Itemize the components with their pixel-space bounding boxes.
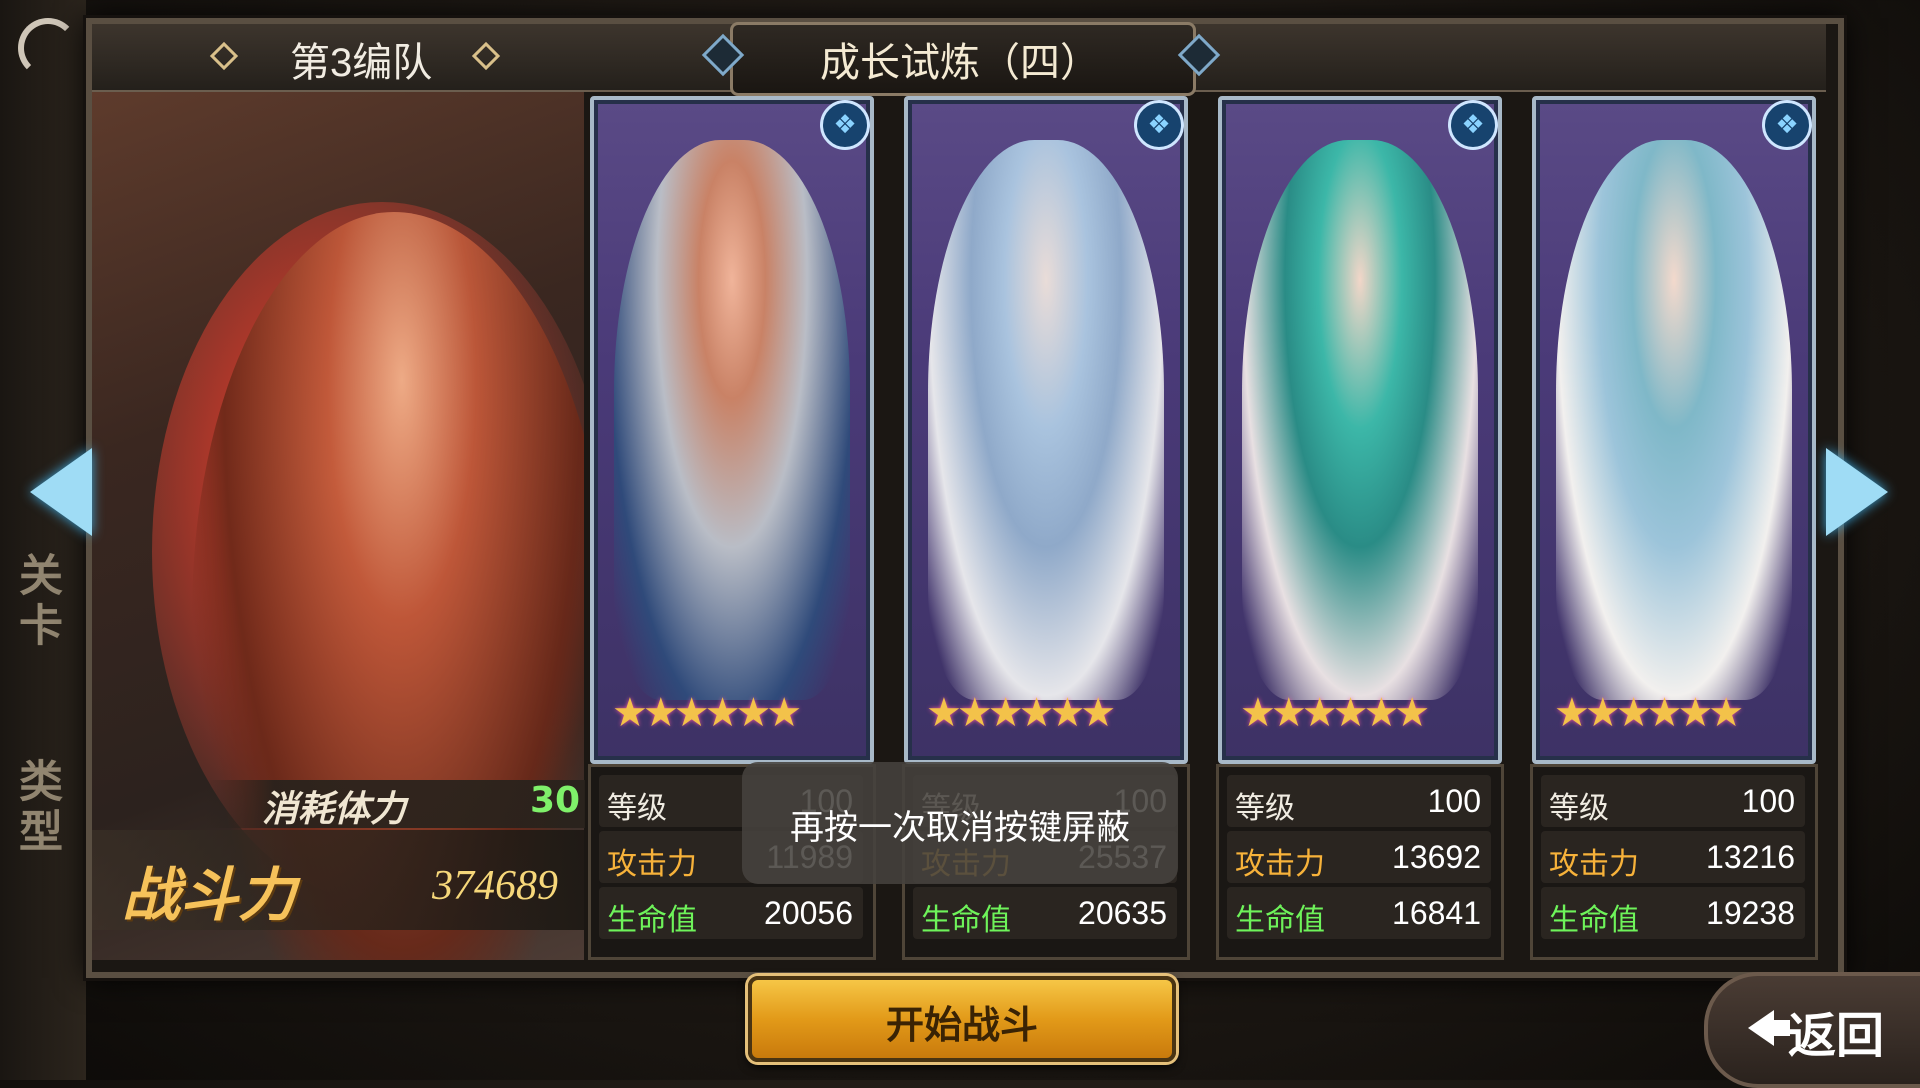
back-swirl-icon	[18, 18, 78, 78]
hp-value: 20635	[1078, 895, 1167, 931]
hp-value: 16841	[1392, 895, 1481, 931]
attack-label: 攻击力	[1235, 847, 1325, 882]
team-name[interactable]: 第3编队	[290, 30, 432, 88]
water-element-icon: ❖	[1134, 100, 1184, 150]
water-element-icon: ❖	[1448, 100, 1498, 150]
unit-character-art	[1556, 140, 1792, 700]
previous-team-arrow-icon[interactable]	[30, 448, 92, 536]
back-label[interactable]: 返回	[1788, 996, 1884, 1066]
level-value: 100	[1427, 783, 1481, 819]
unit-card[interactable]	[904, 96, 1188, 764]
attack-label: 攻击力	[1549, 847, 1639, 882]
attack-value: 13692	[1392, 839, 1481, 875]
unit-stats: 等级 100 攻击力 13692 生命值 16841	[1216, 764, 1504, 960]
hp-label: 生命值	[1549, 903, 1639, 938]
unit-card[interactable]	[1532, 96, 1816, 764]
next-team-arrow-icon[interactable]	[1826, 448, 1888, 536]
unit-card[interactable]	[1218, 96, 1502, 764]
side-menu-background	[0, 0, 86, 1080]
hp-label: 生命值	[1235, 903, 1325, 938]
stamina-label: 消耗体力	[262, 789, 407, 830]
level-label: 等级	[1235, 791, 1295, 826]
toast-message: 再按一次取消按键屏蔽	[790, 808, 1130, 848]
water-element-icon: ❖	[820, 100, 870, 150]
unit-character-art	[928, 140, 1164, 700]
attack-value: 13216	[1706, 839, 1795, 875]
star-rating: ★★★★★★	[926, 690, 1116, 736]
attack-label: 攻击力	[607, 847, 697, 882]
stage-title: 成长试炼（四）	[820, 41, 1100, 85]
unit-card[interactable]	[590, 96, 874, 764]
level-label: 等级	[607, 791, 667, 826]
back-arrow-icon[interactable]	[1748, 1010, 1774, 1046]
hp-label: 生命值	[607, 903, 697, 938]
water-element-icon: ❖	[1762, 100, 1812, 150]
hp-value: 19238	[1706, 895, 1795, 931]
star-rating: ★★★★★★	[1240, 690, 1430, 736]
star-rating: ★★★★★★	[1554, 690, 1744, 736]
level-label: 等级	[1549, 791, 1609, 826]
start-battle-label[interactable]: 开始战斗	[748, 994, 1176, 1049]
side-menu-stage[interactable]: 关卡	[4, 552, 68, 652]
power-value: 374689	[432, 863, 558, 909]
unit-character-art	[614, 140, 850, 700]
stamina-value: 30	[530, 780, 581, 821]
hp-label: 生命值	[921, 903, 1011, 938]
star-rating: ★★★★★★	[612, 690, 802, 736]
hp-value: 20056	[764, 895, 853, 931]
level-value: 100	[1741, 783, 1795, 819]
power-label: 战斗力	[122, 861, 297, 929]
unit-stats: 等级 100 攻击力 13216 生命值 19238	[1530, 764, 1818, 960]
side-menu-type[interactable]: 类型	[4, 758, 68, 858]
unit-character-art	[1242, 140, 1478, 700]
